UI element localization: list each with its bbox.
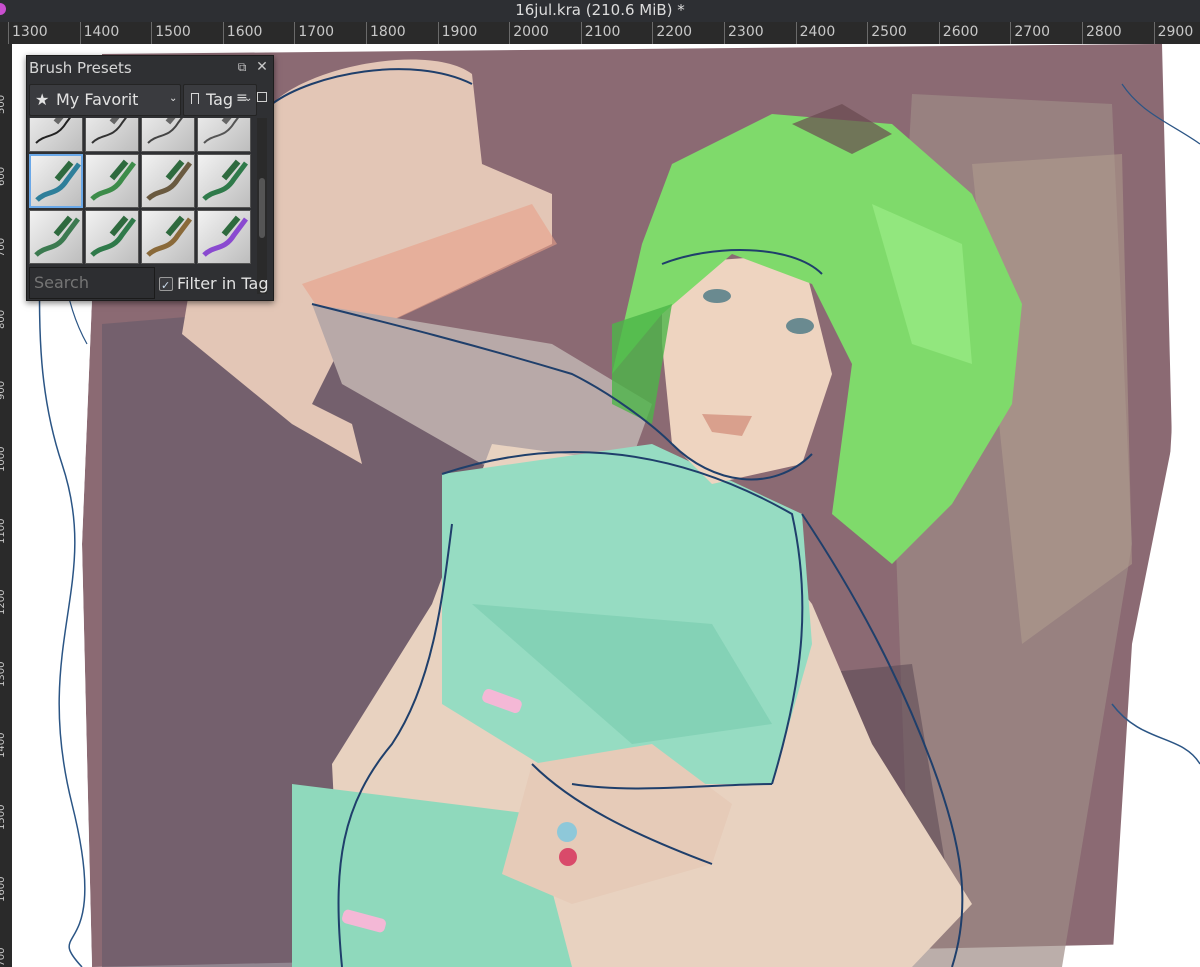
preset-scrollbar[interactable] <box>257 118 267 294</box>
search-input[interactable] <box>29 267 155 299</box>
ruler-tick-label: 1500 <box>151 22 191 44</box>
ruler-tick-label: 1500 <box>0 804 7 830</box>
ruler-tick-label: 1100 <box>0 518 7 544</box>
ruler-tick-label: 1300 <box>0 661 7 687</box>
favorites-dropdown[interactable]: ★ My Favorit ⌄ <box>29 84 181 116</box>
ruler-tick-label: 900 <box>0 381 7 401</box>
grid-icon[interactable] <box>257 92 267 102</box>
ruler-tick-label: 2800 <box>1082 22 1122 44</box>
favorites-label: My Favorit <box>56 90 139 109</box>
preset-marker[interactable] <box>197 118 251 152</box>
preset-glow-brush[interactable] <box>197 210 251 264</box>
ruler-tick-label: 1700 <box>294 22 335 44</box>
ruler-tick-label: 2300 <box>724 22 764 44</box>
ruler-tick-label: 2400 <box>795 22 836 44</box>
preset-bristles-fan[interactable] <box>141 154 195 208</box>
close-icon[interactable]: ✕ <box>255 60 269 74</box>
ruler-tick-label: 1900 <box>437 22 478 44</box>
ruler-tick-label: 700 <box>0 238 7 258</box>
ruler-tick-label: 500 <box>0 94 7 114</box>
ruler-tick-label: 2700 <box>1010 22 1051 44</box>
ruler-tick-label: 600 <box>0 166 7 186</box>
tag-label: Tag <box>206 90 234 109</box>
brush-presets-docker: Brush Presets ⧉ ✕ ★ My Favorit ⌄ Tag ⌄ ≡… <box>26 55 274 301</box>
vertical-ruler[interactable]: 500 600 700 800 900 1000 1100 1200 1300 1400 1500 1… <box>0 44 12 967</box>
docker-header: Brush Presets ⧉ ✕ <box>27 56 273 81</box>
ruler-tick-label: 2500 <box>867 22 907 44</box>
ruler-tick-label: 1600 <box>0 876 7 902</box>
ruler-tick-label: 1200 <box>0 589 7 616</box>
ruler-tick-label: 1400 <box>79 22 120 44</box>
preset-flat-brush[interactable] <box>141 210 195 264</box>
filter-in-tag-label: Filter in Tag <box>177 274 269 293</box>
list-icon[interactable]: ≡ <box>236 90 250 106</box>
ruler-tick-label: 2900 <box>1153 22 1194 44</box>
ruler-tick-label: 1700 <box>0 947 7 967</box>
preset-chalk-brush[interactable] <box>85 210 139 264</box>
docker-title: Brush Presets <box>29 59 132 77</box>
float-icon[interactable]: ⧉ <box>235 60 249 74</box>
preset-fineliner[interactable] <box>85 118 139 152</box>
ruler-tick-label: 1600 <box>222 22 263 44</box>
window-title-bar: 16jul.kra (210.6 MiB) * <box>0 0 1200 22</box>
ruler-tick-label: 1300 <box>8 22 48 44</box>
ruler-tick-label: 1000 <box>0 446 7 472</box>
scroll-thumb[interactable] <box>259 178 265 238</box>
preset-blender-brush[interactable] <box>29 154 83 208</box>
checkbox-icon[interactable] <box>159 273 173 299</box>
app-icon <box>0 3 6 15</box>
ruler-tick-label: 2600 <box>938 22 979 44</box>
ruler-tick-label: 2000 <box>509 22 549 44</box>
ruler-tick-label: 2200 <box>652 22 693 44</box>
star-icon: ★ <box>35 90 50 109</box>
preset-pencil[interactable] <box>141 118 195 152</box>
ruler-tick-label: 1400 <box>0 732 7 759</box>
preset-ink-pen[interactable] <box>29 118 83 152</box>
horizontal-ruler[interactable]: 1300 1400 1500 1600 1700 1800 1900 2000 2100 2200… <box>0 22 1200 45</box>
ruler-tick-label: 2100 <box>580 22 621 44</box>
ruler-tick-label: 800 <box>0 309 7 329</box>
preset-bristles-green[interactable] <box>85 154 139 208</box>
preset-splat-brush[interactable] <box>197 154 251 208</box>
preset-texture-brush[interactable] <box>29 210 83 264</box>
window-title: 16jul.kra (210.6 MiB) * <box>515 1 685 19</box>
tag-icon <box>191 93 199 104</box>
chevron-down-icon: ⌄ <box>169 93 178 104</box>
ruler-tick-label: 1800 <box>366 22 406 44</box>
